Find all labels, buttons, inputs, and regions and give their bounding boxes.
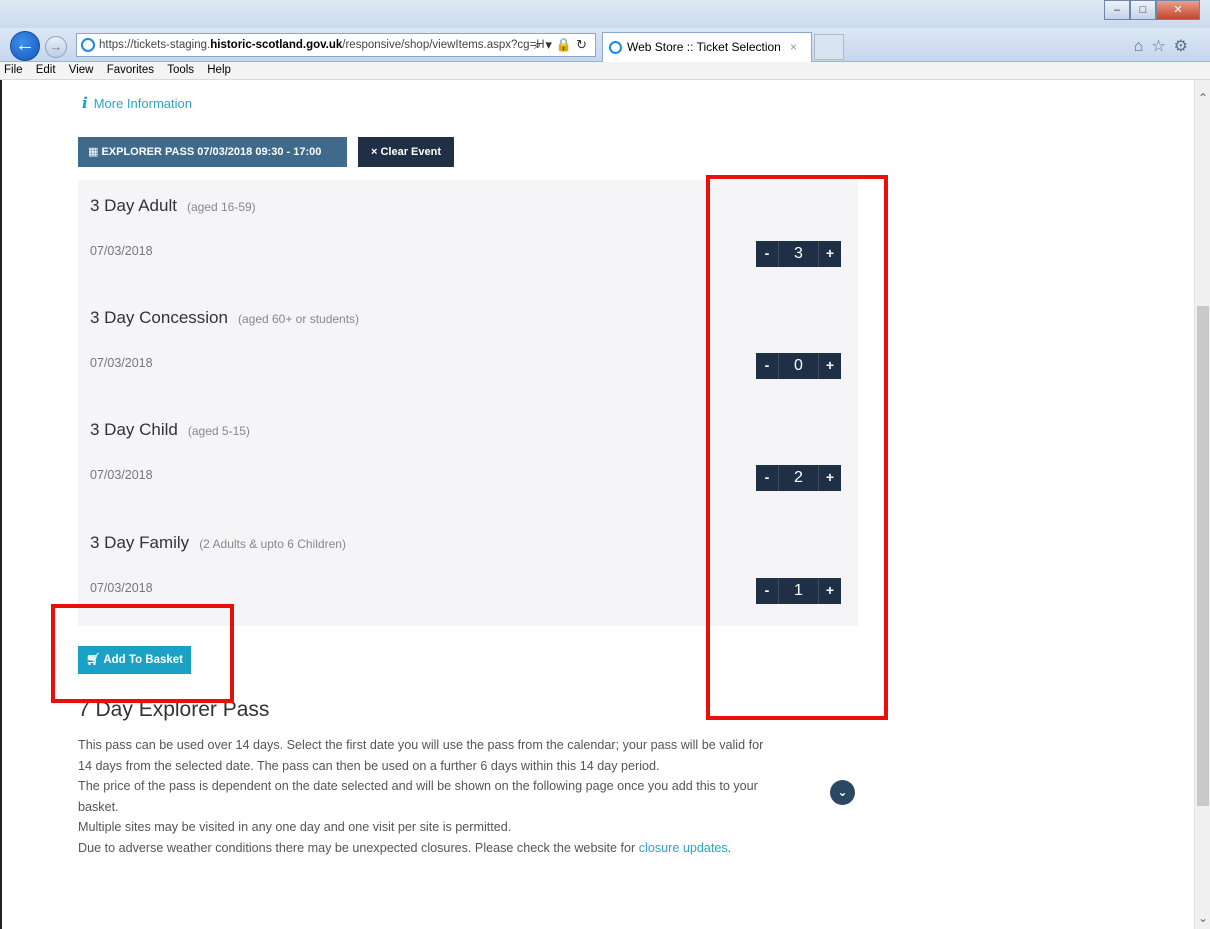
dropdown-icon[interactable]: ▾ <box>545 37 556 52</box>
menu-tools[interactable]: Tools <box>167 64 194 76</box>
chevron-down-icon[interactable]: ⌄ <box>830 780 855 805</box>
browser-navbar: ← → https://tickets-staging.historic-sco… <box>0 28 1210 62</box>
ticket-date: 07/03/2018 <box>90 244 153 258</box>
favorites-star-icon[interactable]: ☆ <box>1151 38 1173 55</box>
page-viewport: i More Information ▦ EXPLORER PASS 07/03/… <box>0 80 1194 929</box>
tab-title: Web Store :: Ticket Selection <box>627 40 781 54</box>
tab-ie-icon <box>609 41 622 54</box>
maximize-button[interactable]: □ <box>1130 0 1156 20</box>
event-selected-button[interactable]: ▦ EXPLORER PASS 07/03/2018 09:30 - 17:00 <box>78 137 347 167</box>
window-controls: – □ ✕ <box>1104 0 1200 22</box>
browser-toolbar-icons: ⌂☆⚙ <box>1134 36 1196 56</box>
highlight-box-steppers <box>706 175 888 720</box>
ticket-date: 07/03/2018 <box>90 468 153 482</box>
menu-edit[interactable]: Edit <box>36 64 56 76</box>
vertical-scrollbar[interactable]: ⌃ ⌄ <box>1194 80 1210 929</box>
settings-gear-icon[interactable]: ⚙ <box>1174 38 1196 55</box>
home-icon[interactable]: ⌂ <box>1134 38 1152 55</box>
browser-tab[interactable]: Web Store :: Ticket Selection × <box>602 32 812 62</box>
forward-arrow-icon[interactable]: → <box>45 36 67 58</box>
menu-view[interactable]: View <box>69 64 94 76</box>
tab-close-icon[interactable]: × <box>790 33 797 61</box>
pass-description: This pass can be used over 14 days. Sele… <box>78 738 764 855</box>
menu-help[interactable]: Help <box>207 64 231 76</box>
calendar-icon: ▦ <box>88 146 102 158</box>
ticket-date: 07/03/2018 <box>90 356 153 370</box>
info-icon: i <box>82 94 88 112</box>
address-bar[interactable]: https://tickets-staging.historic-scotlan… <box>76 33 596 57</box>
lock-icon: 🔒 <box>555 37 577 52</box>
refresh-icon[interactable]: ↻ <box>576 37 591 52</box>
window-left-border <box>0 80 2 929</box>
ticket-title: 3 Day Family (2 Adults & upto 6 Children) <box>90 533 346 552</box>
back-arrow-icon[interactable]: ← <box>10 31 40 61</box>
scroll-up-icon[interactable]: ⌃ <box>1195 90 1210 106</box>
ticket-title: 3 Day Child (aged 5-15) <box>90 420 250 439</box>
search-icon[interactable]: ⌕ <box>534 37 545 52</box>
close-window-button[interactable]: ✕ <box>1156 0 1200 20</box>
closure-updates-link[interactable]: closure updates <box>639 841 728 855</box>
new-tab-button[interactable] <box>814 34 844 60</box>
more-information-link[interactable]: i More Information <box>82 94 192 112</box>
ie-page-icon <box>81 38 95 52</box>
address-tools[interactable]: ⌕▾🔒↻ <box>534 34 591 56</box>
clear-event-button[interactable]: × Clear Event <box>358 137 454 167</box>
menu-favorites[interactable]: Favorites <box>107 64 154 76</box>
window-titlebar <box>0 0 1210 30</box>
scroll-thumb[interactable] <box>1197 306 1209 806</box>
ticket-title: 3 Day Concession (aged 60+ or students) <box>90 308 360 327</box>
menu-file[interactable]: File <box>4 64 23 76</box>
minimize-button[interactable]: – <box>1104 0 1130 20</box>
ticket-date: 07/03/2018 <box>90 581 153 595</box>
highlight-box-basket <box>51 604 234 703</box>
scroll-down-icon[interactable]: ⌄ <box>1195 910 1210 926</box>
ticket-title: 3 Day Adult (aged 16-59) <box>90 196 256 215</box>
menu-bar: File Edit View Favorites Tools Help <box>0 62 1210 80</box>
